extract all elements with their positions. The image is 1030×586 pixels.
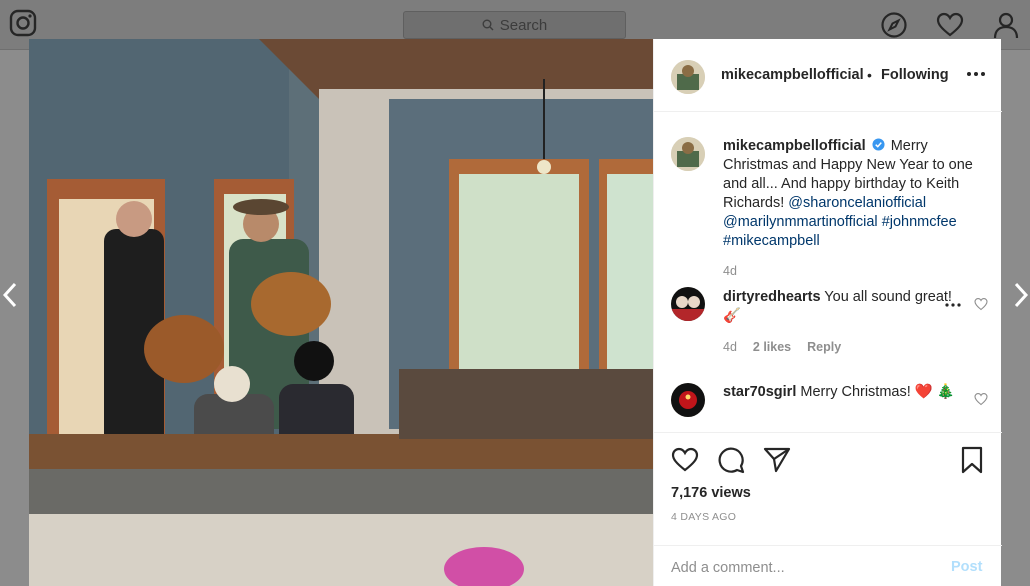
comment-username[interactable]: star70sgirl (723, 384, 796, 400)
comment-like-icon[interactable] (974, 392, 988, 406)
next-arrow-icon[interactable] (1008, 280, 1030, 310)
comment-text: Merry Christmas! ❤️ 🎄 (800, 384, 955, 400)
instagram-icon[interactable] (9, 9, 37, 37)
verified-icon (872, 138, 885, 151)
comment-more-icon[interactable] (945, 303, 961, 307)
view-count[interactable]: 7,176 views (671, 485, 751, 501)
post-date[interactable]: 4 DAYS AGO (671, 511, 736, 523)
comment-username[interactable]: dirtyredhearts (723, 289, 821, 305)
comment-meta: 4d 2 likes Reply (723, 338, 963, 357)
save-icon[interactable] (958, 446, 986, 474)
explore-icon[interactable] (880, 11, 908, 39)
prev-arrow-icon[interactable] (0, 280, 24, 310)
commenter-avatar[interactable] (671, 287, 705, 321)
search-placeholder: Search (499, 16, 548, 34)
post-details-panel: mikecampbellofficial • Following mikecam… (653, 39, 1002, 586)
profile-icon[interactable] (992, 11, 1020, 39)
following-button[interactable]: Following (881, 67, 949, 83)
caption-avatar[interactable] (671, 137, 705, 171)
post-header: mikecampbellofficial • Following (654, 39, 1002, 112)
post-video[interactable] (29, 39, 653, 586)
commenter-avatar[interactable] (671, 383, 705, 417)
avatar-image (671, 287, 705, 321)
mention-marilynmmartin[interactable]: @marilynmmartinofficial (723, 214, 878, 230)
post-caption: mikecampbellofficial Merry Christmas and… (723, 137, 991, 281)
avatar-image (671, 383, 705, 417)
comment-item: dirtyredhearts You all sound great!🎸 4d … (723, 288, 963, 357)
avatar-image (671, 60, 705, 94)
video-frame (29, 39, 653, 586)
reply-button[interactable]: Reply (807, 338, 841, 357)
like-icon[interactable] (671, 446, 699, 474)
more-icon[interactable] (966, 71, 986, 77)
comment-item: star70sgirl Merry Christmas! ❤️ 🎄 (723, 383, 963, 402)
avatar-image (671, 137, 705, 171)
caption-username[interactable]: mikecampbellofficial (723, 138, 866, 154)
comment-age[interactable]: 4d (723, 338, 737, 357)
caption-age[interactable]: 4d (723, 262, 991, 281)
comment-likes[interactable]: 2 likes (753, 338, 791, 357)
post-actions: 7,176 views 4 DAYS AGO Post (654, 432, 1002, 586)
add-comment-section: Post (654, 545, 1002, 586)
hashtag-johnmcfee[interactable]: #johnmcfee (882, 214, 957, 230)
author-avatar[interactable] (671, 60, 705, 94)
search-input[interactable]: Search (403, 11, 626, 39)
comment-icon[interactable] (717, 446, 745, 474)
hashtag-mikecampbell[interactable]: #mikecampbell (723, 233, 820, 249)
separator-dot: • (867, 67, 872, 83)
overlay-left[interactable] (0, 50, 29, 586)
comment-like-icon[interactable] (974, 297, 988, 311)
comment-input[interactable] (671, 556, 931, 580)
heart-icon[interactable] (936, 11, 964, 39)
overlay-right[interactable] (1001, 50, 1030, 586)
post-comment-button[interactable]: Post (951, 559, 982, 575)
author-username[interactable]: mikecampbellofficial (721, 67, 864, 83)
search-icon (482, 19, 494, 31)
mention-sharoncelani[interactable]: @sharoncelaniofficial (788, 195, 926, 211)
share-icon[interactable] (763, 446, 791, 474)
